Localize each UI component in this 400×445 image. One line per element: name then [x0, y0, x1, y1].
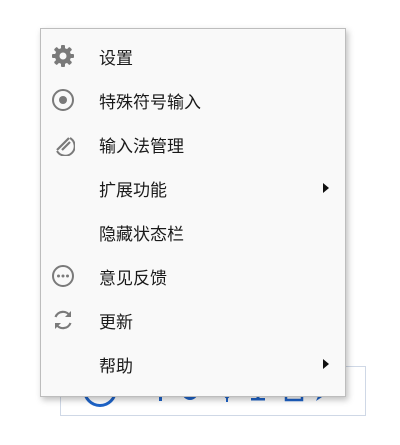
menu-item-label: 特殊符号输入	[99, 92, 201, 113]
menu-item-settings[interactable]: 设置	[41, 34, 345, 78]
ellipsis-circle-icon	[50, 263, 76, 289]
slashed-circle-icon	[50, 131, 76, 157]
menu-item-extensions[interactable]: 扩展功能	[41, 166, 345, 210]
menu-item-update[interactable]: 更新	[41, 298, 345, 342]
menu-item-label: 设置	[99, 48, 133, 69]
menu-item-ime-manager[interactable]: 输入法管理	[41, 122, 345, 166]
menu-item-label: 更新	[99, 312, 133, 333]
gear-icon	[50, 43, 76, 69]
menu-item-hide-status-bar[interactable]: 隐藏状态栏	[41, 210, 345, 254]
menu-item-label: 输入法管理	[99, 136, 184, 157]
menu-item-label: 帮助	[99, 356, 133, 377]
target-icon	[50, 87, 76, 113]
submenu-arrow-icon	[323, 359, 329, 369]
menu-item-feedback[interactable]: 意见反馈	[41, 254, 345, 298]
submenu-arrow-icon	[323, 183, 329, 193]
menu-item-label: 隐藏状态栏	[99, 224, 184, 245]
refresh-icon	[50, 307, 76, 333]
screen: 设置 特殊符号输入 输入法管理 扩展功能 隐藏状态栏 意见反馈 更新 帮助	[0, 0, 400, 445]
menu-item-label: 扩展功能	[99, 180, 167, 201]
context-menu: 设置 特殊符号输入 输入法管理 扩展功能 隐藏状态栏 意见反馈 更新 帮助	[40, 28, 346, 397]
menu-item-help[interactable]: 帮助	[41, 342, 345, 386]
menu-item-label: 意见反馈	[99, 268, 167, 289]
menu-item-special-symbols[interactable]: 特殊符号输入	[41, 78, 345, 122]
